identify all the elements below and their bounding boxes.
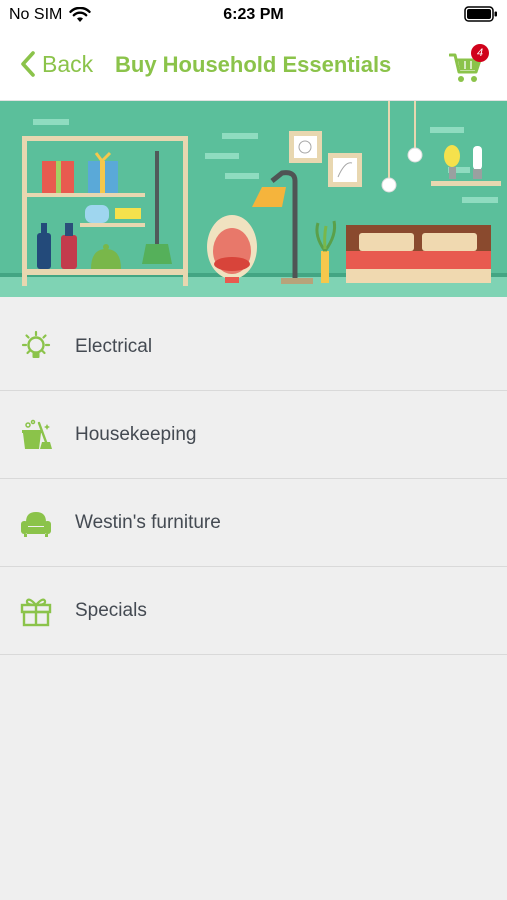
category-item-westins-furniture[interactable]: Westin's furniture [0,479,507,567]
cart-button[interactable]: 4 [449,44,489,88]
lightbulb-icon [21,330,51,358]
armchair-icon [21,511,51,537]
page-title: Buy Household Essentials [115,52,392,77]
gift-icon [20,598,52,626]
cleaning-bucket-icon [22,419,52,449]
status-bar: No SIM 6:23 PM [0,0,507,30]
category-item-housekeeping[interactable]: Housekeeping [0,391,507,479]
back-label: Back [42,50,94,77]
category-list: Electrical Housekeeping Westin's furnitu… [0,303,507,655]
category-label: Housekeeping [75,423,197,445]
cart-count-badge: 4 [471,44,489,62]
battery-group [464,6,498,22]
category-label: Westin's furniture [75,511,221,533]
nav-bar: Back Buy Household Essentials 4 [0,30,507,101]
category-item-electrical[interactable]: Electrical [0,303,507,391]
chevron-left-icon [21,51,35,77]
household-banner-image [0,101,507,297]
category-item-specials[interactable]: Specials [0,567,507,655]
category-label: Specials [75,599,147,621]
battery-icon [464,6,497,22]
status-time: 6:23 PM [223,6,284,23]
back-button[interactable]: Back [20,50,93,78]
category-label: Electrical [75,335,153,357]
